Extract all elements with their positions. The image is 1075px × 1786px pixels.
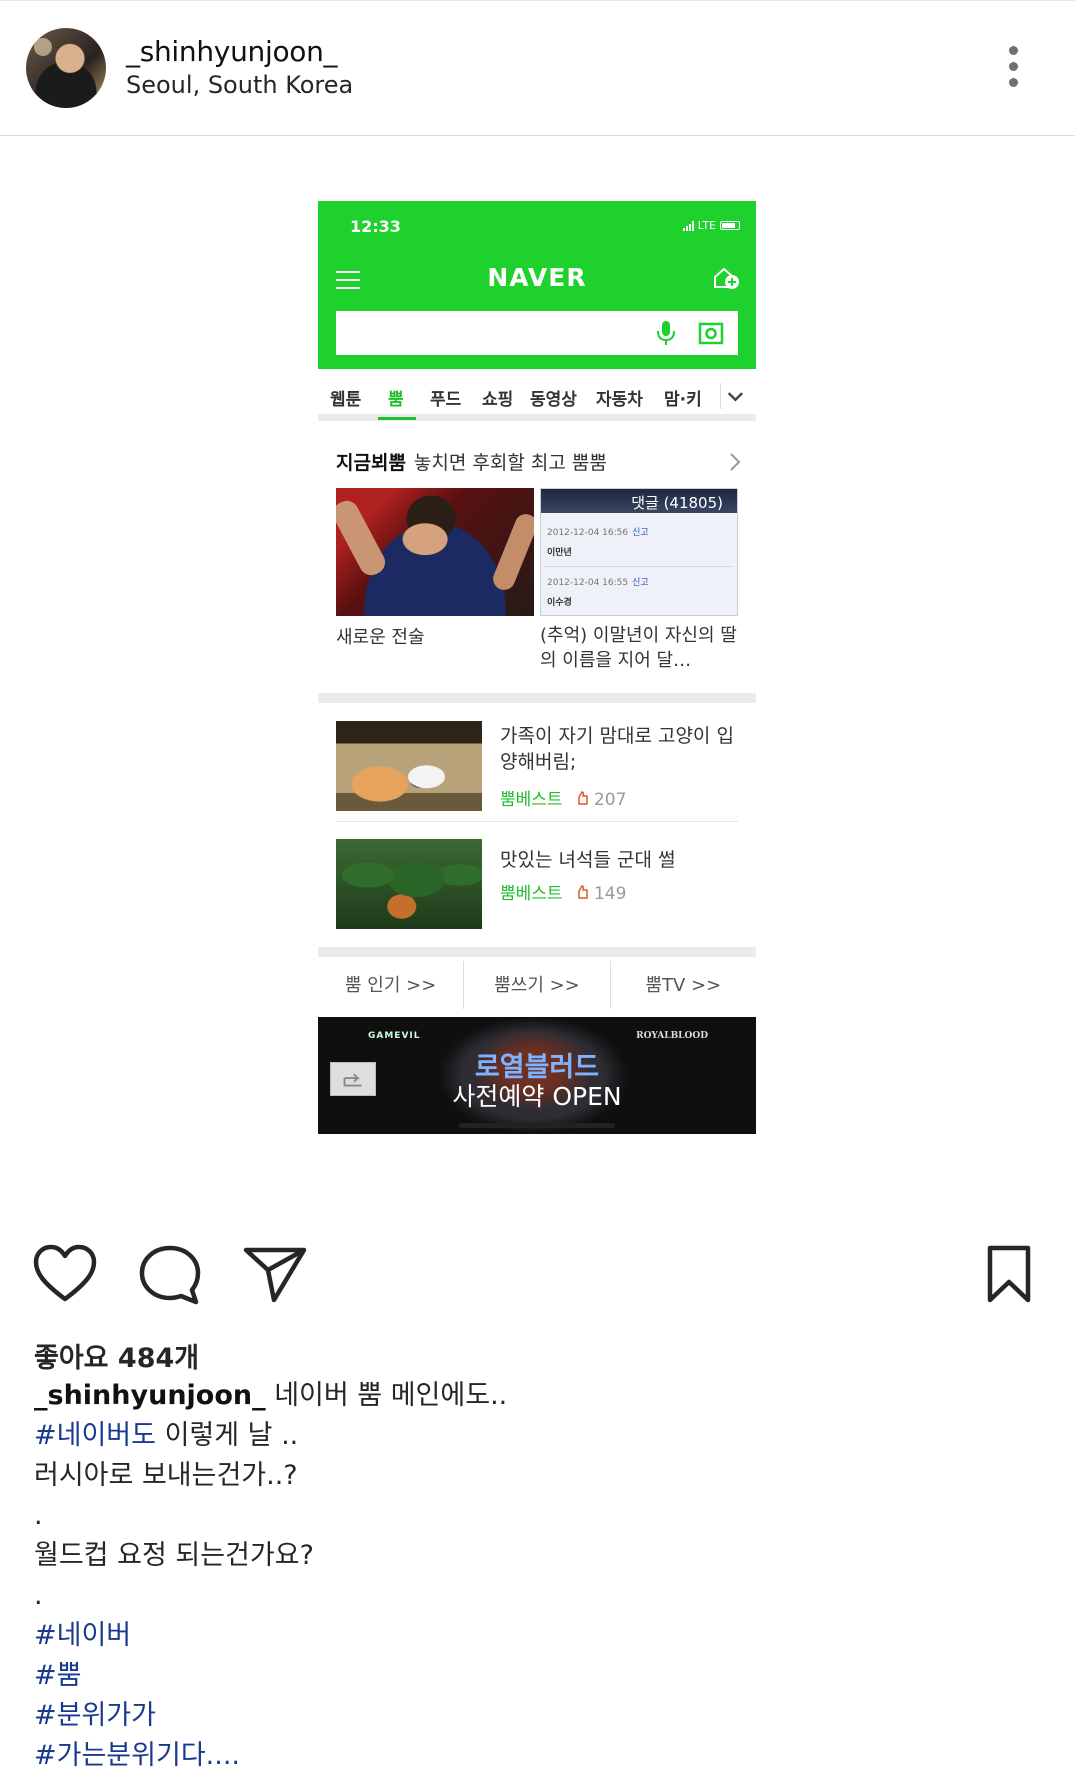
link-ppum-write: 뿜쓰기 >> (464, 961, 611, 1009)
ad-subtitle: 사전예약 OPEN (452, 1082, 622, 1111)
like-thumb-icon (577, 791, 588, 805)
caption-text: 러시아로 보내는건가..? (34, 1460, 298, 1491)
section-subtitle: 놓치면 후회할 최고 뿜뿜 (413, 452, 607, 474)
comment-author: 이만년 (547, 548, 572, 558)
divider (336, 821, 738, 822)
hashtag[interactable]: #분위가가 (34, 1696, 1034, 1736)
heart-icon[interactable] (32, 1244, 98, 1304)
likes-count[interactable]: 좋아요 484개 (34, 1336, 199, 1375)
soldiers-thumbnail (336, 839, 482, 929)
post-header: _shinhyunjoon_ Seoul, South Korea (0, 0, 1075, 136)
caption-text: 네이버 뿜 메인에도.. (265, 1380, 508, 1411)
post-username[interactable]: _shinhyunjoon_ (126, 35, 338, 68)
caption-text: . (34, 1500, 43, 1531)
caption-text: . (34, 1580, 43, 1611)
network-label: LTE (697, 219, 716, 232)
tab-food: 푸드 (430, 390, 462, 410)
post-location[interactable]: Seoul, South Korea (126, 71, 353, 99)
comment-row: 2012-12-04 16:56 신고 이만년 (545, 517, 733, 567)
battery-icon (720, 221, 740, 230)
divider (318, 947, 756, 957)
comment-report: 신고 (632, 578, 649, 588)
link-ppum-tv: 뿜TV >> (645, 975, 722, 996)
bottom-links: 뿜 인기 >> 뿜쓰기 >> 뿜TV >> (318, 961, 756, 1009)
avatar[interactable] (26, 28, 106, 108)
comment-author: 이수경 (547, 598, 572, 608)
ad-brand-left: GAMEVIL (368, 1031, 421, 1041)
share-icon[interactable] (242, 1244, 308, 1304)
card-caption: 새로운 전술 (336, 627, 425, 648)
caption-username[interactable]: _shinhyunjoon_ (34, 1380, 266, 1411)
tab-mom: 맘·키 (664, 390, 700, 410)
home-plus-icon (714, 267, 739, 289)
comment-icon[interactable] (138, 1244, 202, 1306)
hashtag[interactable]: #가는분위기다.... (34, 1736, 1034, 1776)
naver-search-box (336, 311, 738, 355)
chevron-right-icon (730, 453, 741, 471)
card-image-player (336, 488, 534, 616)
card-image-comments: 댓글 (41805) 2012-12-04 16:56 신고 이만년 2012-1… (540, 488, 738, 616)
status-icons: LTE (682, 219, 740, 232)
list-item-likes: 207 (593, 790, 627, 810)
naver-header: 12:33 LTE NAVER (318, 201, 756, 369)
comment-row: 2012-12-04 16:55 신고 이수경 (545, 567, 733, 615)
hashtag[interactable]: #네이버도 (34, 1420, 156, 1451)
ad-brand-right: ROYALBLOOD (636, 1031, 708, 1041)
share-arrow-icon (330, 1062, 376, 1096)
comment-date: 2012-12-04 16:55 (547, 578, 629, 588)
action-bar (0, 1236, 1075, 1316)
signal-icon (682, 220, 694, 231)
list-item-title: 맛있는 녀석들 군대 썰 (500, 849, 676, 871)
bookmark-icon[interactable] (986, 1244, 1032, 1304)
naver-tabs: 웹툰 뿜 푸드 쇼핑 동영상 자동차 맘·키 (318, 369, 756, 421)
comments-count: 댓글 (41805) (541, 489, 737, 513)
caption-text: 월드컵 요정 되는건가요? (34, 1540, 314, 1571)
camera-search-icon (698, 322, 724, 345)
list-item: 맛있는 녀석들 군대 썰 뿜베스트 149 (336, 839, 738, 939)
tab-ppum: 뿜 (388, 390, 404, 410)
tab-video: 동영상 (530, 390, 577, 410)
mic-icon (657, 321, 675, 345)
active-tab-indicator (378, 417, 416, 420)
post-caption: _shinhyunjoon_ 네이버 뿜 메인에도.. #네이버도 이렇게 날 … (34, 1376, 1034, 1776)
list-item-meta: 뿜베스트 149 (500, 879, 626, 904)
naver-logo: NAVER (487, 263, 587, 292)
home-indicator (459, 1123, 615, 1128)
tab-auto: 자동차 (596, 390, 643, 410)
comment-date: 2012-12-04 16:56 (547, 528, 629, 538)
like-thumb-icon (577, 885, 588, 899)
list-item-title: 가족이 자기 맘대로 고양이 입양해버림; (500, 725, 734, 773)
section-title: 지금뵈뿜 놓치면 후회할 최고 뿜뿜 (336, 448, 607, 475)
post-image[interactable]: 12:33 LTE NAVER 웹툰 뿜 푸드 쇼핑 동영상 자동차 맘·키 지… (318, 201, 756, 1144)
chevron-down-icon (720, 383, 744, 409)
hashtag[interactable]: #네이버 (34, 1616, 1034, 1656)
comment-report: 신고 (632, 528, 649, 538)
more-icon[interactable] (1005, 46, 1021, 92)
link-ppum-popular: 뿜 인기 >> (318, 961, 465, 1009)
tab-webtoon: 웹툰 (330, 390, 362, 410)
divider (318, 693, 756, 703)
list-item-source: 뿜베스트 (500, 790, 563, 810)
section-title-main: 지금뵈뿜 (336, 452, 406, 474)
list-item: 가족이 자기 맘대로 고양이 입양해버림; 뿜베스트 207 (336, 721, 738, 822)
hashtag[interactable]: #뿜 (34, 1656, 1034, 1696)
list-item-meta: 뿜베스트 207 (500, 785, 626, 810)
cat-thumbnail (336, 721, 482, 811)
tab-shopping: 쇼핑 (482, 390, 514, 410)
list-item-source: 뿜베스트 (500, 884, 563, 904)
status-time: 12:33 (350, 217, 401, 236)
card-caption: (추억) 이말년이 자신의 딸의 이름을 지어 달… (540, 625, 737, 671)
caption-text: 이렇게 날 .. (155, 1420, 299, 1451)
ad-banner: GAMEVIL ROYALBLOOD 로열블러드 사전예약 OPEN (318, 1017, 756, 1134)
list-item-likes: 149 (593, 884, 627, 904)
